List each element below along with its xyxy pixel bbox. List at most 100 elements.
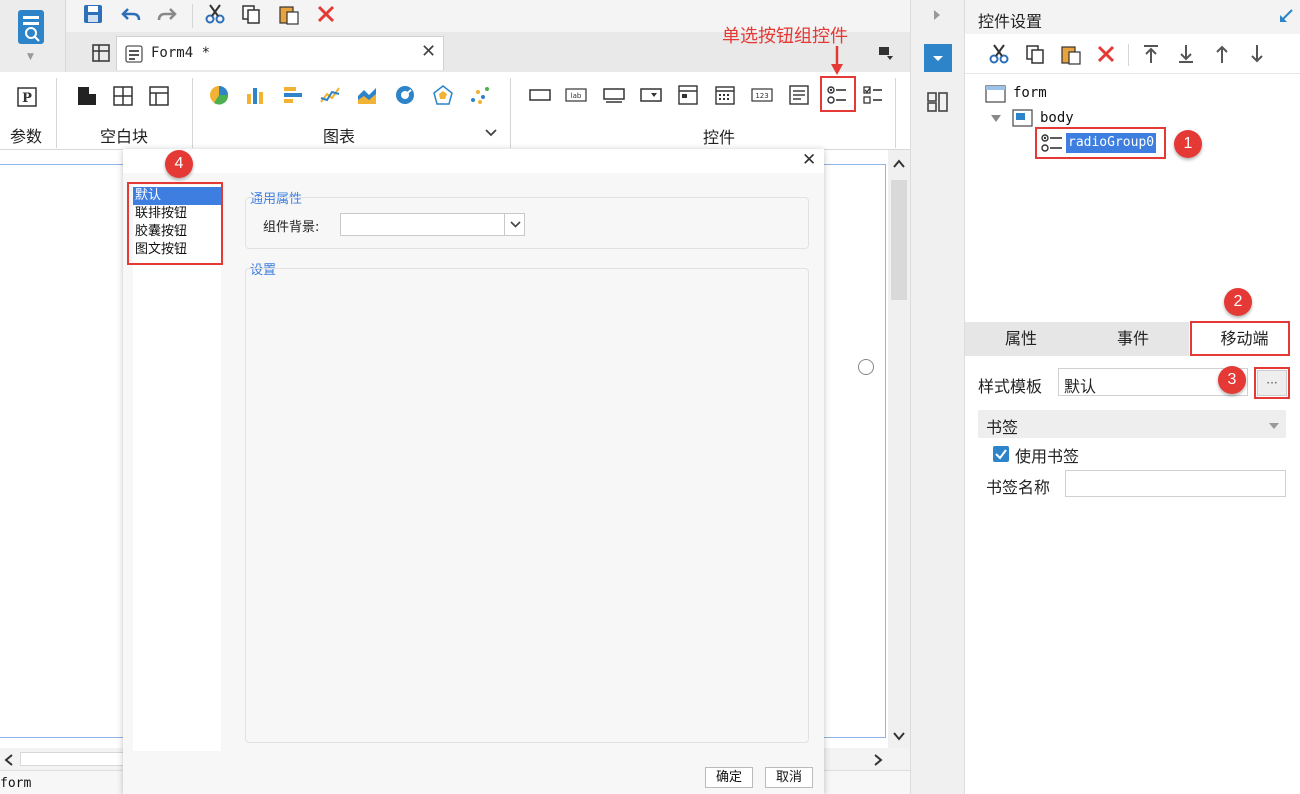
button-widget-icon[interactable]: [529, 84, 551, 106]
number-widget-icon[interactable]: 123: [751, 84, 773, 106]
use-bookmark-label: 使用书签: [1015, 447, 1080, 466]
scroll-thumb[interactable]: [891, 180, 907, 300]
canvas-resize-handle[interactable]: [858, 359, 874, 375]
bookmark-section-title: 书签: [986, 418, 1019, 437]
dialog-close-icon[interactable]: ✕: [802, 150, 816, 170]
scroll-right-icon[interactable]: [872, 753, 884, 767]
tree-cut-icon[interactable]: [988, 43, 1010, 65]
move-top-icon[interactable]: [1140, 43, 1162, 65]
parameter-icon[interactable]: P: [16, 86, 38, 108]
redo-icon[interactable]: [156, 3, 178, 25]
section-chart-label: 图表: [322, 127, 355, 146]
separator: [510, 78, 511, 148]
radar-chart-icon[interactable]: [432, 84, 454, 106]
use-bookmark-checkbox[interactable]: [993, 446, 1009, 462]
tree-delete-icon[interactable]: [1095, 43, 1117, 65]
template-list: 默认 联排按钮 胶囊按钮 图文按钮: [133, 185, 221, 751]
app-menu-chevron-icon[interactable]: ▼: [27, 52, 39, 62]
section-collapse-icon[interactable]: [1268, 422, 1280, 430]
tree-node-body-label: body: [1040, 110, 1074, 126]
gauge-chart-icon[interactable]: [394, 84, 416, 106]
tab-properties[interactable]: 属性: [965, 322, 1077, 356]
mobile-tab-highlight: [1190, 321, 1290, 356]
radio-group-hint-annotation: 单选按钮组控件: [722, 26, 848, 47]
template-list-highlight: [127, 182, 223, 265]
scroll-down-icon[interactable]: [892, 730, 906, 742]
absolute-block-icon[interactable]: [148, 85, 170, 107]
tree-paste-icon[interactable]: [1060, 43, 1082, 65]
textarea-widget-icon[interactable]: [788, 84, 810, 106]
bg-select[interactable]: [340, 213, 525, 236]
bookmark-name-input[interactable]: [1065, 470, 1286, 497]
tree-copy-icon[interactable]: [1024, 43, 1046, 65]
dock-panel-icon[interactable]: [1278, 8, 1294, 24]
scatter-chart-icon[interactable]: [469, 84, 491, 106]
tree-node-form-label: form: [1013, 85, 1047, 101]
panel-title: 控件设置: [978, 12, 1043, 31]
move-up-icon[interactable]: [1211, 43, 1233, 65]
svg-text:lab: lab: [571, 92, 582, 100]
app-menu-icon[interactable]: [14, 6, 50, 50]
layout-panel-icon[interactable]: [926, 90, 950, 114]
area-chart-icon[interactable]: [356, 84, 378, 106]
chart-expand-chevron-icon[interactable]: [484, 126, 498, 140]
tree-expand-icon[interactable]: [990, 114, 1002, 124]
more-options-highlight: [1254, 367, 1290, 399]
section-param-label: 参数: [9, 127, 42, 146]
bar-chart-icon[interactable]: [245, 84, 267, 106]
move-bottom-icon[interactable]: [1175, 43, 1197, 65]
tree-widget-icon[interactable]: [677, 84, 699, 106]
tab-block-icon[interactable]: [112, 85, 134, 107]
bookmark-section-header[interactable]: 书签: [978, 410, 1286, 438]
bottom-form-label: form: [0, 776, 32, 791]
separator: [56, 78, 57, 148]
svg-text:P: P: [22, 91, 32, 106]
style-template-label: 样式模板: [978, 377, 1043, 396]
settings-group-box: [245, 268, 809, 743]
document-tab[interactable]: Form4 * ✕: [116, 36, 444, 70]
move-down-icon[interactable]: [1246, 43, 1268, 65]
scroll-up-icon[interactable]: [892, 158, 906, 170]
blank-block-icon[interactable]: [76, 85, 98, 107]
horizontal-bar-chart-icon[interactable]: [282, 84, 304, 106]
pie-chart-icon[interactable]: [208, 84, 230, 106]
widget-settings-panel-icon[interactable]: [924, 44, 952, 72]
separator: [192, 78, 193, 148]
style-template-value: 默认: [1064, 377, 1097, 396]
annotation-badge-4: 4: [165, 150, 193, 178]
label-widget-icon[interactable]: lab: [565, 84, 587, 106]
cancel-button[interactable]: 取消: [765, 767, 813, 788]
dialog-title-bar: [123, 149, 824, 173]
cut-icon[interactable]: [204, 3, 226, 25]
annotation-arrow-icon: [830, 46, 844, 76]
tab-events[interactable]: 事件: [1077, 322, 1189, 356]
separator: [192, 4, 193, 28]
bg-select-chevron-icon[interactable]: [504, 214, 525, 235]
section-widget-label: 控件: [702, 128, 735, 147]
svg-text:123: 123: [755, 92, 768, 100]
line-chart-icon[interactable]: [319, 84, 341, 106]
bg-label: 组件背景:: [263, 220, 320, 235]
grid-view-icon[interactable]: [90, 42, 112, 64]
canvas-vertical-scrollbar[interactable]: [888, 150, 910, 748]
paste-icon[interactable]: [278, 3, 300, 25]
checkbox-group-widget-icon[interactable]: [862, 84, 884, 106]
annotation-badge-1: 1: [1174, 130, 1202, 158]
tab-overflow-icon[interactable]: [877, 44, 895, 62]
collapse-arrow-icon[interactable]: [932, 8, 942, 22]
radio-group-highlight: [820, 76, 856, 112]
annotation-badge-2: 2: [1224, 288, 1252, 316]
text-field-widget-icon[interactable]: [603, 84, 625, 106]
undo-icon[interactable]: [120, 3, 142, 25]
ok-button[interactable]: 确定: [705, 767, 753, 788]
side-panel-strip: [910, 0, 965, 794]
date-widget-icon[interactable]: [714, 84, 736, 106]
delete-icon[interactable]: [315, 3, 337, 25]
scroll-left-icon[interactable]: [3, 753, 15, 767]
section-blank-label: 空白块: [99, 127, 148, 146]
dropdown-widget-icon[interactable]: [640, 84, 662, 106]
general-group-box: [245, 197, 809, 249]
close-tab-icon[interactable]: ✕: [421, 41, 436, 62]
save-icon[interactable]: [82, 3, 104, 25]
copy-icon[interactable]: [240, 3, 262, 25]
